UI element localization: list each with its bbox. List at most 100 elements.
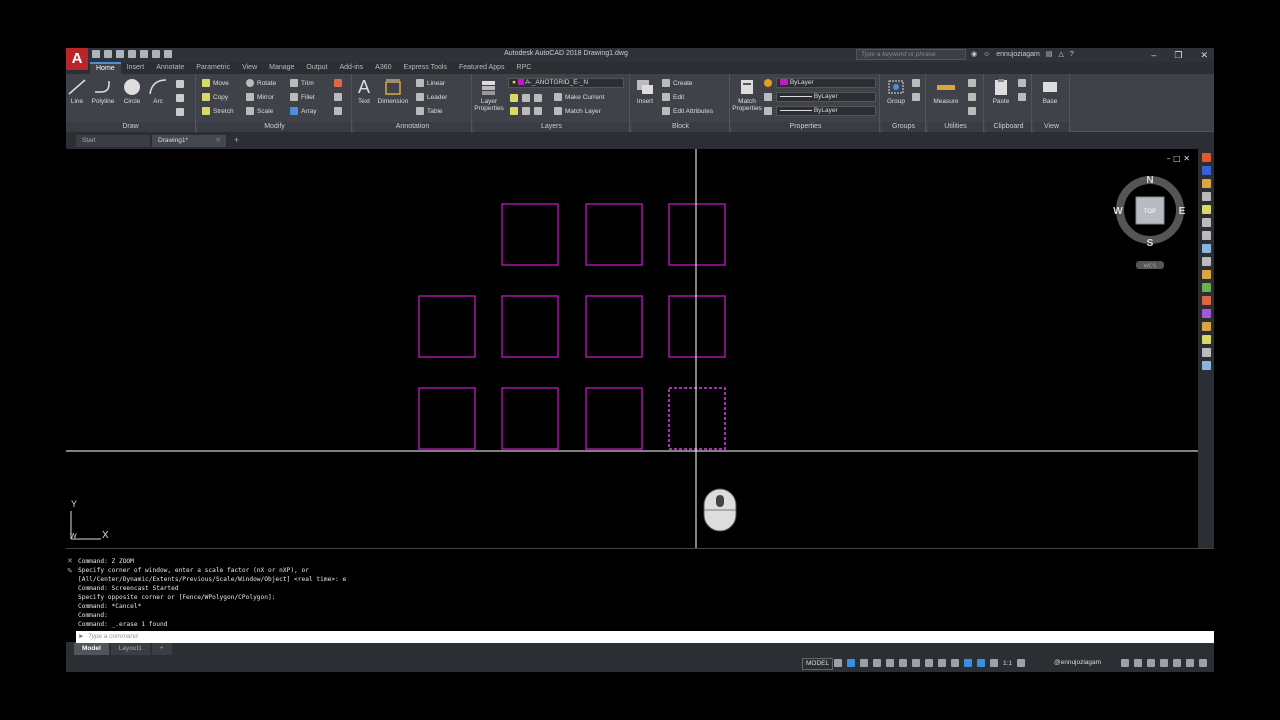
palette-icon[interactable] <box>1201 205 1211 214</box>
selection-cycling-icon[interactable] <box>951 659 959 667</box>
palette-icon[interactable] <box>1201 348 1211 357</box>
properties-panel-title[interactable]: Properties <box>732 122 879 132</box>
layer-state-icon[interactable] <box>510 94 518 102</box>
arc-tool[interactable]: Arc <box>146 78 170 105</box>
layer-properties-tool[interactable]: Layer Properties <box>474 78 504 112</box>
insert-tool[interactable]: Insert <box>632 78 658 105</box>
palette-icon[interactable] <box>1201 179 1211 188</box>
app-logo[interactable]: A <box>66 48 88 70</box>
line-tool[interactable]: Line <box>66 78 88 105</box>
annotation-monitor-icon[interactable] <box>1121 659 1129 667</box>
group-tool[interactable]: Group <box>884 78 908 105</box>
transparency-icon[interactable] <box>938 659 946 667</box>
edit-attributes-tool[interactable]: Edit Attributes <box>662 107 713 115</box>
help-icon[interactable]: ? <box>1070 51 1074 58</box>
lineweight-toggle-icon[interactable] <box>925 659 933 667</box>
palette-icon[interactable] <box>1201 231 1211 240</box>
view-panel-title[interactable]: View <box>1034 122 1069 132</box>
palette-icon[interactable] <box>1201 244 1211 253</box>
polar-icon[interactable] <box>873 659 881 667</box>
command-input[interactable]: ► Type a command <box>76 631 1214 643</box>
grid-icon[interactable] <box>834 659 842 667</box>
palette-icon[interactable] <box>1201 322 1211 331</box>
layer-freeze-icon[interactable] <box>510 107 518 115</box>
palette-icon[interactable] <box>1201 335 1211 344</box>
copy-clip-icon[interactable] <box>1018 93 1026 101</box>
compass-north[interactable]: N <box>1146 175 1153 186</box>
id-point-icon[interactable] <box>968 93 976 101</box>
lineweight-icon[interactable] <box>764 107 772 115</box>
object-snap-tracking-icon[interactable] <box>899 659 907 667</box>
layer-walk-icon[interactable] <box>534 107 542 115</box>
tab-model[interactable]: Model <box>74 643 109 655</box>
drawn-rectangle[interactable] <box>668 295 726 358</box>
tab-home[interactable]: Home <box>90 62 121 74</box>
scale-readout[interactable]: 1:1 <box>1003 660 1012 667</box>
copy-tool[interactable]: Copy <box>202 93 228 101</box>
compass-south[interactable]: S <box>1147 238 1154 249</box>
linetype-dropdown[interactable]: ByLayer <box>776 92 876 102</box>
search-input[interactable]: Type a keyword or phrase <box>856 49 966 60</box>
cut-icon[interactable] <box>1018 79 1026 87</box>
text-tool[interactable]: A Text <box>354 78 374 105</box>
drawn-rectangle[interactable] <box>418 387 476 450</box>
user-icon[interactable]: ☺ <box>983 51 990 58</box>
snap-icon[interactable] <box>847 659 855 667</box>
tab-a360[interactable]: A360 <box>369 62 397 74</box>
linear-tool[interactable]: Linear <box>416 79 445 87</box>
compass-west[interactable]: W <box>1113 206 1123 217</box>
table-tool[interactable]: Table <box>416 107 443 115</box>
exchange-icon[interactable]: △ <box>1058 50 1063 58</box>
tab-view[interactable]: View <box>236 62 263 74</box>
tab-manage[interactable]: Manage <box>263 62 300 74</box>
groups-panel-title[interactable]: Groups <box>882 122 925 132</box>
palette-icon[interactable] <box>1201 153 1211 162</box>
drawing-svg[interactable]: Y X W TOP N S E W WCS – □ ✕ <box>66 149 1198 548</box>
palette-icon[interactable] <box>1201 270 1211 279</box>
make-current-tool[interactable]: Make Current <box>554 93 604 101</box>
file-tab-drawing1[interactable]: Drawing1* ✕ <box>152 135 226 147</box>
scale-tool[interactable]: Scale <box>246 107 273 115</box>
calculator-icon[interactable] <box>968 107 976 115</box>
isodraft-icon[interactable] <box>886 659 894 667</box>
color-wheel-icon[interactable] <box>764 79 772 87</box>
circle-tool[interactable]: Circle <box>118 78 146 105</box>
layers-panel-title[interactable]: Layers <box>474 122 629 132</box>
tab-output[interactable]: Output <box>300 62 333 74</box>
drawn-rectangle[interactable] <box>585 387 643 450</box>
fillet-tool[interactable]: Fillet <box>290 93 315 101</box>
block-panel-title[interactable]: Block <box>632 122 729 132</box>
trim-tool[interactable]: Trim <box>290 79 314 87</box>
palette-icon[interactable] <box>1201 166 1211 175</box>
rotate-tool[interactable]: Rotate <box>246 79 276 87</box>
tab-parametric[interactable]: Parametric <box>190 62 236 74</box>
modify-panel-title[interactable]: Modify <box>198 122 351 132</box>
drawing-canvas[interactable]: Y X W TOP N S E W WCS – □ ✕ <box>66 149 1198 548</box>
polyline-tool[interactable]: Polyline <box>88 78 118 105</box>
viewcube[interactable]: TOP N S E W WCS <box>1113 175 1185 270</box>
minimize-icon[interactable]: – <box>1151 48 1156 62</box>
layer-off-icon[interactable] <box>534 94 542 102</box>
group-edit-icon[interactable] <box>912 93 920 101</box>
paste-tool[interactable]: Paste <box>988 78 1014 105</box>
drawn-rectangle[interactable] <box>585 295 643 358</box>
selected-rectangle[interactable] <box>668 387 726 450</box>
color-dropdown[interactable]: ByLayer <box>776 78 876 88</box>
hardware-acceleration-icon[interactable] <box>1173 659 1181 667</box>
drawn-rectangle[interactable] <box>501 203 559 266</box>
match-layer-tool[interactable]: Match Layer <box>554 107 601 115</box>
explode-icon[interactable] <box>334 93 342 101</box>
open-icon[interactable] <box>104 50 112 58</box>
palette-icon[interactable] <box>1201 296 1211 305</box>
rectangle-icon[interactable] <box>176 80 184 88</box>
dimension-tool[interactable]: Dimension <box>376 78 410 105</box>
edit-block-tool[interactable]: Edit <box>662 93 684 101</box>
tab-insert[interactable]: Insert <box>121 62 151 74</box>
new-icon[interactable] <box>92 50 100 58</box>
draw-more-icon[interactable] <box>176 108 184 116</box>
lineweight-dropdown[interactable]: ByLayer <box>776 106 876 116</box>
customization-menu-icon[interactable] <box>1199 659 1207 667</box>
auto-scale-icon[interactable] <box>977 659 985 667</box>
workspace-gear-icon[interactable] <box>1017 659 1026 667</box>
save-as-icon[interactable] <box>128 50 136 58</box>
